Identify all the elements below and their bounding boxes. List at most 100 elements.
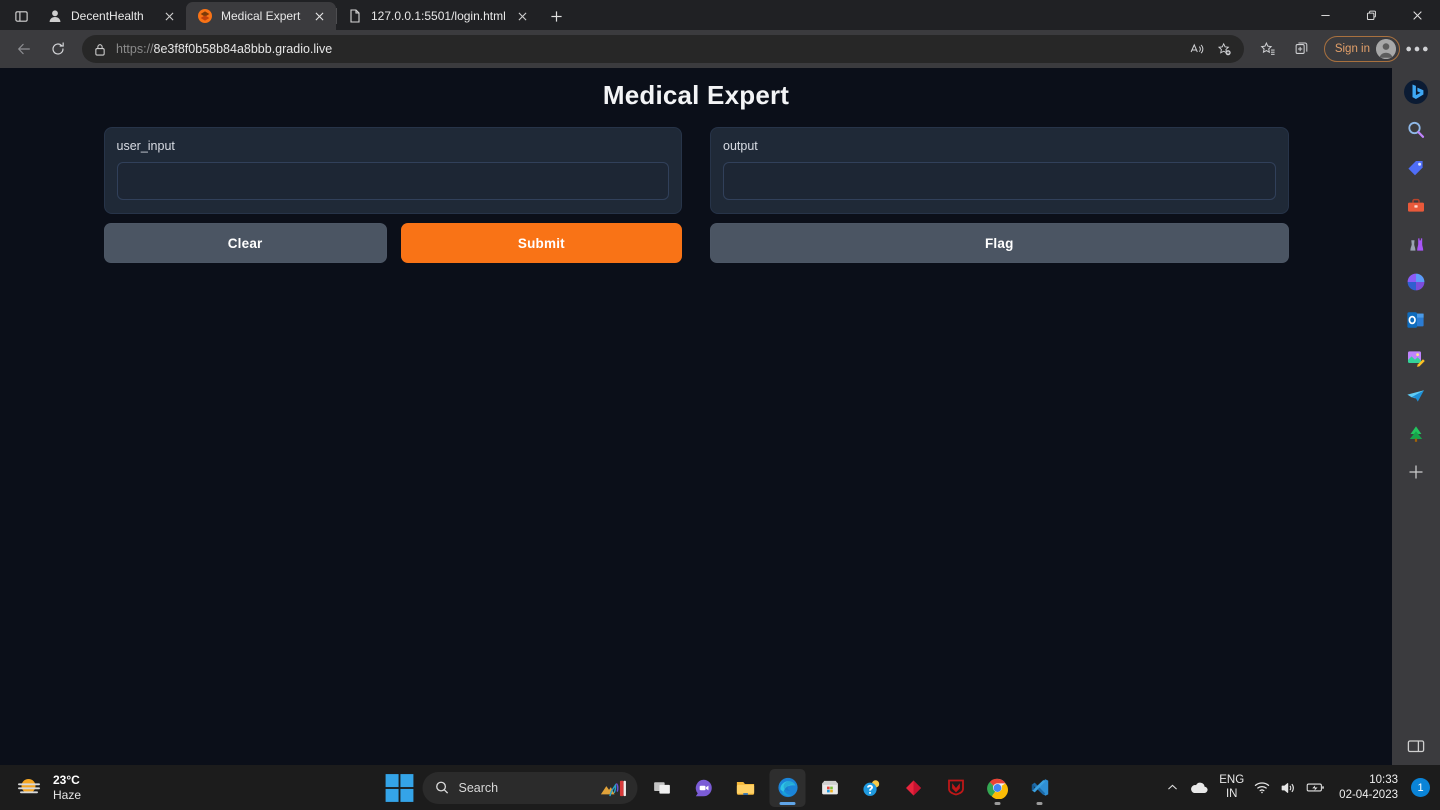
weather-widget[interactable]: 23°C Haze bbox=[0, 768, 81, 808]
chevron-up-icon[interactable] bbox=[1166, 781, 1179, 794]
restore-icon[interactable] bbox=[1348, 0, 1394, 30]
tab-list: DecentHealth Medical Expert 127.0.0.1:55… bbox=[36, 0, 571, 30]
running-indicator bbox=[1036, 801, 1043, 805]
close-icon[interactable] bbox=[310, 7, 328, 25]
output-field[interactable] bbox=[723, 162, 1276, 200]
tree-icon[interactable] bbox=[1400, 418, 1432, 450]
avatar bbox=[1376, 39, 1396, 59]
drop-send-icon[interactable] bbox=[1400, 380, 1432, 412]
gradio-app: Medical Expert user_input Clear Submit o… bbox=[103, 68, 1289, 810]
add-tool-icon[interactable] bbox=[1400, 456, 1432, 488]
chat-teams-icon[interactable] bbox=[686, 769, 722, 807]
taskbar-search-box[interactable]: Search bbox=[422, 771, 638, 804]
sign-in-label: Sign in bbox=[1334, 43, 1370, 55]
tab-medical-expert[interactable]: Medical Expert bbox=[186, 2, 336, 30]
output-label: output bbox=[723, 139, 758, 153]
shopping-tag-icon[interactable] bbox=[1400, 152, 1432, 184]
tab-actions-button[interactable] bbox=[6, 2, 36, 30]
page-title: Medical Expert bbox=[602, 80, 790, 110]
sign-in-button[interactable]: Sign in bbox=[1323, 36, 1400, 62]
refresh-icon[interactable] bbox=[42, 34, 74, 64]
wifi-icon[interactable] bbox=[1254, 781, 1270, 794]
address-bar[interactable]: https://8e3f8f0b58b84a8bbb.gradio.live bbox=[82, 35, 1244, 63]
tab-strip: DecentHealth Medical Expert 127.0.0.1:55… bbox=[0, 0, 1440, 30]
system-tray: ENG IN 10:33 02-04-2023 1 bbox=[1166, 765, 1440, 810]
weather-text: 23°C Haze bbox=[53, 773, 81, 803]
tab-label: 127.0.0.1:5501/login.html bbox=[371, 9, 506, 23]
browser-body: Medical Expert user_input Clear Submit o… bbox=[0, 68, 1440, 810]
google-chrome-icon[interactable] bbox=[980, 769, 1016, 807]
url-host: 8e3f8f0b58b84a8bbb.gradio.live bbox=[153, 42, 333, 56]
bing-copilot-icon[interactable] bbox=[1400, 76, 1432, 108]
tools-toolbox-icon[interactable] bbox=[1400, 190, 1432, 222]
windows-start-icon[interactable] bbox=[383, 771, 417, 805]
tab-decenthealth[interactable]: DecentHealth bbox=[36, 2, 186, 30]
more-options-icon[interactable] bbox=[1402, 35, 1432, 63]
volume-icon[interactable] bbox=[1280, 781, 1296, 795]
user-input-field[interactable] bbox=[116, 162, 669, 200]
running-indicator bbox=[994, 801, 1001, 805]
close-icon[interactable] bbox=[1394, 0, 1440, 30]
read-aloud-icon[interactable] bbox=[1184, 37, 1210, 61]
search-icon bbox=[435, 780, 450, 795]
weather-temperature: 23°C bbox=[53, 772, 80, 787]
games-icon[interactable] bbox=[1400, 228, 1432, 260]
mcafee-icon[interactable] bbox=[938, 769, 974, 807]
file-explorer-icon[interactable] bbox=[728, 769, 764, 807]
close-icon[interactable] bbox=[160, 7, 178, 25]
language-secondary: IN bbox=[1225, 787, 1238, 800]
task-view-icon[interactable] bbox=[644, 769, 680, 807]
tab-label: DecentHealth bbox=[71, 9, 144, 23]
app-columns: user_input Clear Submit output Flag bbox=[103, 127, 1289, 263]
address-bar-actions bbox=[1184, 37, 1238, 61]
battery-charging-icon[interactable] bbox=[1306, 781, 1325, 794]
tab-login-html[interactable]: 127.0.0.1:5501/login.html bbox=[336, 2, 540, 30]
person-bust-icon bbox=[47, 8, 63, 24]
output-column: output Flag bbox=[710, 127, 1289, 263]
weather-condition: Haze bbox=[53, 787, 82, 802]
submit-button[interactable]: Submit bbox=[400, 223, 682, 263]
back-arrow-icon[interactable] bbox=[8, 34, 40, 64]
search-icon[interactable] bbox=[1400, 114, 1432, 146]
lock-icon bbox=[92, 41, 108, 57]
output-button-row: Flag bbox=[710, 223, 1289, 263]
minimize-icon[interactable] bbox=[1302, 0, 1348, 30]
split-screen-icon[interactable] bbox=[1400, 730, 1432, 762]
clock-date: 02-04-2023 bbox=[1339, 788, 1398, 801]
haze-sun-icon bbox=[14, 773, 44, 803]
outlook-icon[interactable] bbox=[1400, 304, 1432, 336]
document-icon bbox=[347, 8, 363, 24]
user-input-label: user_input bbox=[116, 139, 175, 153]
favorites-star-icon[interactable] bbox=[1252, 34, 1284, 64]
office-icon[interactable] bbox=[1400, 266, 1432, 298]
image-editor-icon[interactable] bbox=[1400, 342, 1432, 374]
bing-wallpaper-icon bbox=[598, 778, 632, 798]
new-tab-button[interactable] bbox=[543, 2, 571, 30]
microsoft-edge-icon[interactable] bbox=[769, 768, 806, 807]
onedrive-cloud-icon[interactable] bbox=[1189, 780, 1209, 795]
notification-badge[interactable]: 1 bbox=[1411, 778, 1430, 797]
tab-label: Medical Expert bbox=[221, 9, 301, 23]
red-diamond-app-icon[interactable] bbox=[896, 769, 932, 807]
clear-button[interactable]: Clear bbox=[103, 223, 387, 263]
edge-browser-window: DecentHealth Medical Expert 127.0.0.1:55… bbox=[0, 0, 1440, 810]
microsoft-store-icon[interactable] bbox=[812, 769, 848, 807]
language-indicator[interactable]: ENG IN bbox=[1219, 774, 1244, 802]
add-favorite-icon[interactable] bbox=[1212, 37, 1238, 61]
get-help-icon[interactable] bbox=[854, 769, 890, 807]
page-viewport: Medical Expert user_input Clear Submit o… bbox=[0, 68, 1392, 810]
input-panel: user_input bbox=[103, 127, 682, 214]
close-icon[interactable] bbox=[514, 7, 532, 25]
output-panel: output bbox=[710, 127, 1289, 214]
input-button-row: Clear Submit bbox=[103, 223, 682, 263]
url-text: https://8e3f8f0b58b84a8bbb.gradio.live bbox=[116, 42, 1176, 56]
clock-time: 10:33 bbox=[1369, 773, 1398, 786]
windows-taskbar: 23°C Haze Search ENG IN 10:33 02-04-2023… bbox=[0, 765, 1440, 810]
active-indicator bbox=[779, 801, 796, 805]
taskbar-center: Search bbox=[383, 768, 1058, 807]
language-primary: ENG bbox=[1219, 773, 1245, 786]
collections-icon[interactable] bbox=[1286, 34, 1318, 64]
flag-button[interactable]: Flag bbox=[710, 223, 1289, 263]
vs-code-icon[interactable] bbox=[1022, 769, 1058, 807]
clock[interactable]: 10:33 02-04-2023 bbox=[1339, 773, 1398, 803]
